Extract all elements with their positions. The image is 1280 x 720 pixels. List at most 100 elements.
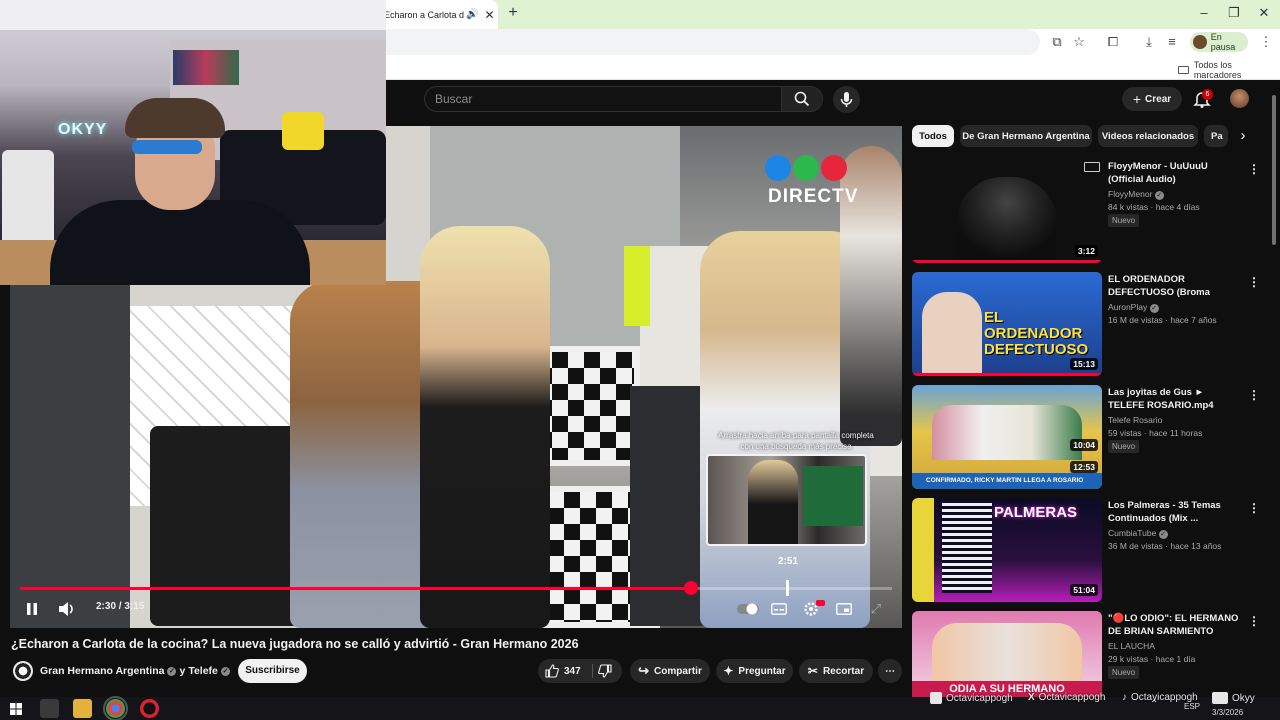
channel-watermark: DIRECTV — [765, 155, 858, 208]
watermark-dot-green — [793, 155, 819, 181]
taskbar-app-chrome[interactable] — [103, 696, 128, 720]
scissors-icon: ✂ — [807, 664, 818, 678]
more-options-icon[interactable]: ⋮ — [1248, 274, 1260, 290]
ask-button[interactable]: ✦ Preguntar — [716, 659, 793, 683]
recommendation-thumbnail[interactable]: EL ORDENADOR DEFECTUOSO 15:13 — [912, 272, 1102, 376]
tray-expand-icon[interactable]: ⌃ — [1150, 699, 1158, 710]
more-options-icon[interactable]: ⋮ — [1248, 613, 1260, 629]
webcam-heater — [2, 150, 54, 250]
recommendation-thumbnail[interactable]: PALMERAS 51:04 — [912, 498, 1102, 602]
chrome-menu-icon[interactable]: ⋮ — [1257, 33, 1275, 51]
verified-icon: ✓ — [220, 666, 230, 676]
social-instagram: Octavicappogh — [930, 692, 1013, 704]
recommendation-channel[interactable]: CumbiaTube ✓ — [1108, 527, 1242, 540]
like-button[interactable]: 347 — [545, 664, 581, 678]
webcam-streamer-body — [50, 200, 310, 285]
preview-person — [748, 460, 798, 544]
recommendation-title[interactable]: EL ORDENADOR DEFECTUOSO (Broma telefónic… — [1108, 273, 1242, 299]
dislike-button[interactable] — [598, 664, 612, 683]
channel-info[interactable]: Gran Hermano Argentina ✓ y Telefe ✓ — [40, 665, 230, 677]
recommendation-thumbnail[interactable]: CONFIRMADO, RICKY MARTIN LLEGA A ROSARIO… — [912, 385, 1102, 489]
extensions-icon[interactable]: ⧠ — [1104, 33, 1122, 51]
minimize-icon[interactable]: – — [1192, 4, 1216, 22]
account-avatar[interactable] — [1230, 89, 1249, 108]
browser-tab[interactable]: Echaron a Carlota de la 🔊 ✕ — [378, 0, 498, 29]
speaker-icon[interactable]: 🔊 — [466, 9, 478, 20]
hover-time-badge: 10:04 — [1070, 439, 1098, 451]
input-language[interactable]: ESP — [1184, 702, 1200, 711]
create-button[interactable]: + Crear — [1122, 87, 1182, 111]
recommendation-channel[interactable]: EL LAUCHA — [1108, 640, 1242, 653]
recommendation-meta: 84 k vistas · hace 4 días — [1108, 202, 1200, 212]
fullscreen-button[interactable]: ⤢ — [866, 598, 886, 620]
recommendation-channel[interactable]: Telefe Rosario — [1108, 414, 1242, 427]
recommendation-title[interactable]: Los Palmeras - 35 Temas Continuados (Mix… — [1108, 499, 1242, 525]
channel-second-name[interactable]: Telefe — [188, 665, 218, 677]
chip-all[interactable]: Todos — [912, 125, 954, 147]
streamer-webcam: OKYY — [0, 0, 386, 285]
webcam-streamer-glasses — [132, 140, 202, 154]
thumbnail-text: EL ORDENADOR DEFECTUOSO — [984, 309, 1089, 358]
volume-button[interactable] — [56, 598, 78, 620]
progress-scrubber[interactable] — [683, 581, 698, 595]
autoplay-icon — [737, 603, 759, 615]
miniplayer-button[interactable] — [834, 598, 854, 620]
recommendation-thumbnail[interactable]: 3:12 — [912, 159, 1102, 263]
windows-start-icon[interactable] — [10, 702, 22, 715]
download-icon[interactable]: ⤓ — [1140, 33, 1158, 51]
subscribe-button[interactable]: Suscribirse — [238, 659, 307, 683]
recommendation-channel[interactable]: FloyyMenor ✓ — [1108, 188, 1242, 201]
close-tab-icon[interactable]: ✕ — [484, 8, 494, 22]
channel-name[interactable]: Gran Hermano Argentina — [40, 665, 164, 677]
media-control-icon[interactable]: ≡ — [1163, 33, 1181, 51]
recommendation-thumbnail[interactable]: ODIA A SU HERMANO — [912, 611, 1102, 697]
taskbar-date[interactable]: 3/3/2026 — [1212, 708, 1243, 717]
more-options-icon[interactable]: ⋮ — [1248, 387, 1260, 403]
watched-progress — [912, 373, 1102, 376]
search-button[interactable] — [781, 86, 823, 112]
recommendation-title[interactable]: Las joyitas de Gus ► TELEFE ROSARIO.mp4 — [1108, 386, 1242, 412]
taskbar-app-media[interactable] — [40, 699, 59, 718]
subtitles-button[interactable] — [769, 598, 789, 620]
new-badge: Nuevo — [1108, 440, 1140, 453]
folder-icon — [1178, 66, 1189, 74]
watermark-dots — [765, 155, 858, 186]
chevron-right-icon[interactable]: › — [1236, 128, 1250, 144]
recommendation-title[interactable]: "🔴LO ODIO": EL HERMANO DE BRIAN SARMIENT… — [1108, 612, 1242, 638]
more-options-icon[interactable]: ⋮ — [1248, 500, 1260, 516]
page-scrollbar[interactable] — [1272, 95, 1276, 245]
x-icon: X — [1028, 692, 1035, 703]
pause-button[interactable] — [22, 598, 42, 620]
taskbar-app-obs[interactable] — [140, 699, 159, 718]
new-tab-button[interactable]: + — [504, 4, 522, 22]
channel-avatar[interactable] — [13, 661, 33, 681]
recommendation-channel[interactable]: AuronPlay ✓ — [1108, 301, 1242, 314]
like-divider — [592, 664, 593, 678]
autoplay-toggle[interactable] — [736, 598, 760, 620]
search-input[interactable]: Buscar — [424, 86, 782, 112]
bookmark-star-icon[interactable]: ☆ — [1070, 33, 1088, 51]
watermark-dot-red — [821, 155, 847, 181]
video-title: ¿Echaron a Carlota de la cocina? La nuev… — [11, 637, 579, 651]
thumbnail-caption: CONFIRMADO, RICKY MARTIN LLEGA A ROSARIO — [912, 473, 1102, 489]
watermark-brand: DIRECTV — [768, 186, 859, 207]
cast-icon[interactable]: ⧉ — [1048, 33, 1066, 51]
voice-search-button[interactable] — [833, 86, 860, 113]
profile-status-button[interactable]: En pausa — [1190, 32, 1248, 52]
clip-button[interactable]: ✂ Recortar — [799, 659, 873, 683]
share-button[interactable]: ↪ Compartir — [630, 659, 710, 683]
chip-from-channel[interactable]: De Gran Hermano Argentina — [960, 125, 1092, 147]
miniplayer-icon — [836, 603, 852, 615]
restore-icon[interactable]: ❐ — [1222, 4, 1246, 22]
chip-related[interactable]: Videos relacionados — [1098, 125, 1198, 147]
recommendation-title[interactable]: FloyyMenor - UuUuuU (Official Audio) — [1108, 160, 1242, 186]
recommendation-meta: 59 vistas · hace 11 horas — [1108, 428, 1203, 438]
chip-more[interactable]: Pa — [1204, 125, 1228, 147]
close-window-icon[interactable]: ✕ — [1252, 4, 1276, 22]
more-options-icon[interactable]: ⋮ — [1248, 161, 1260, 177]
all-bookmarks-button[interactable]: Todos los marcadores — [1178, 60, 1280, 80]
watched-progress — [912, 260, 1102, 263]
more-actions-button[interactable]: ⋯ — [878, 659, 902, 683]
social-x: X Octavicappogh — [1028, 692, 1106, 703]
taskbar-app-explorer[interactable] — [73, 699, 92, 718]
